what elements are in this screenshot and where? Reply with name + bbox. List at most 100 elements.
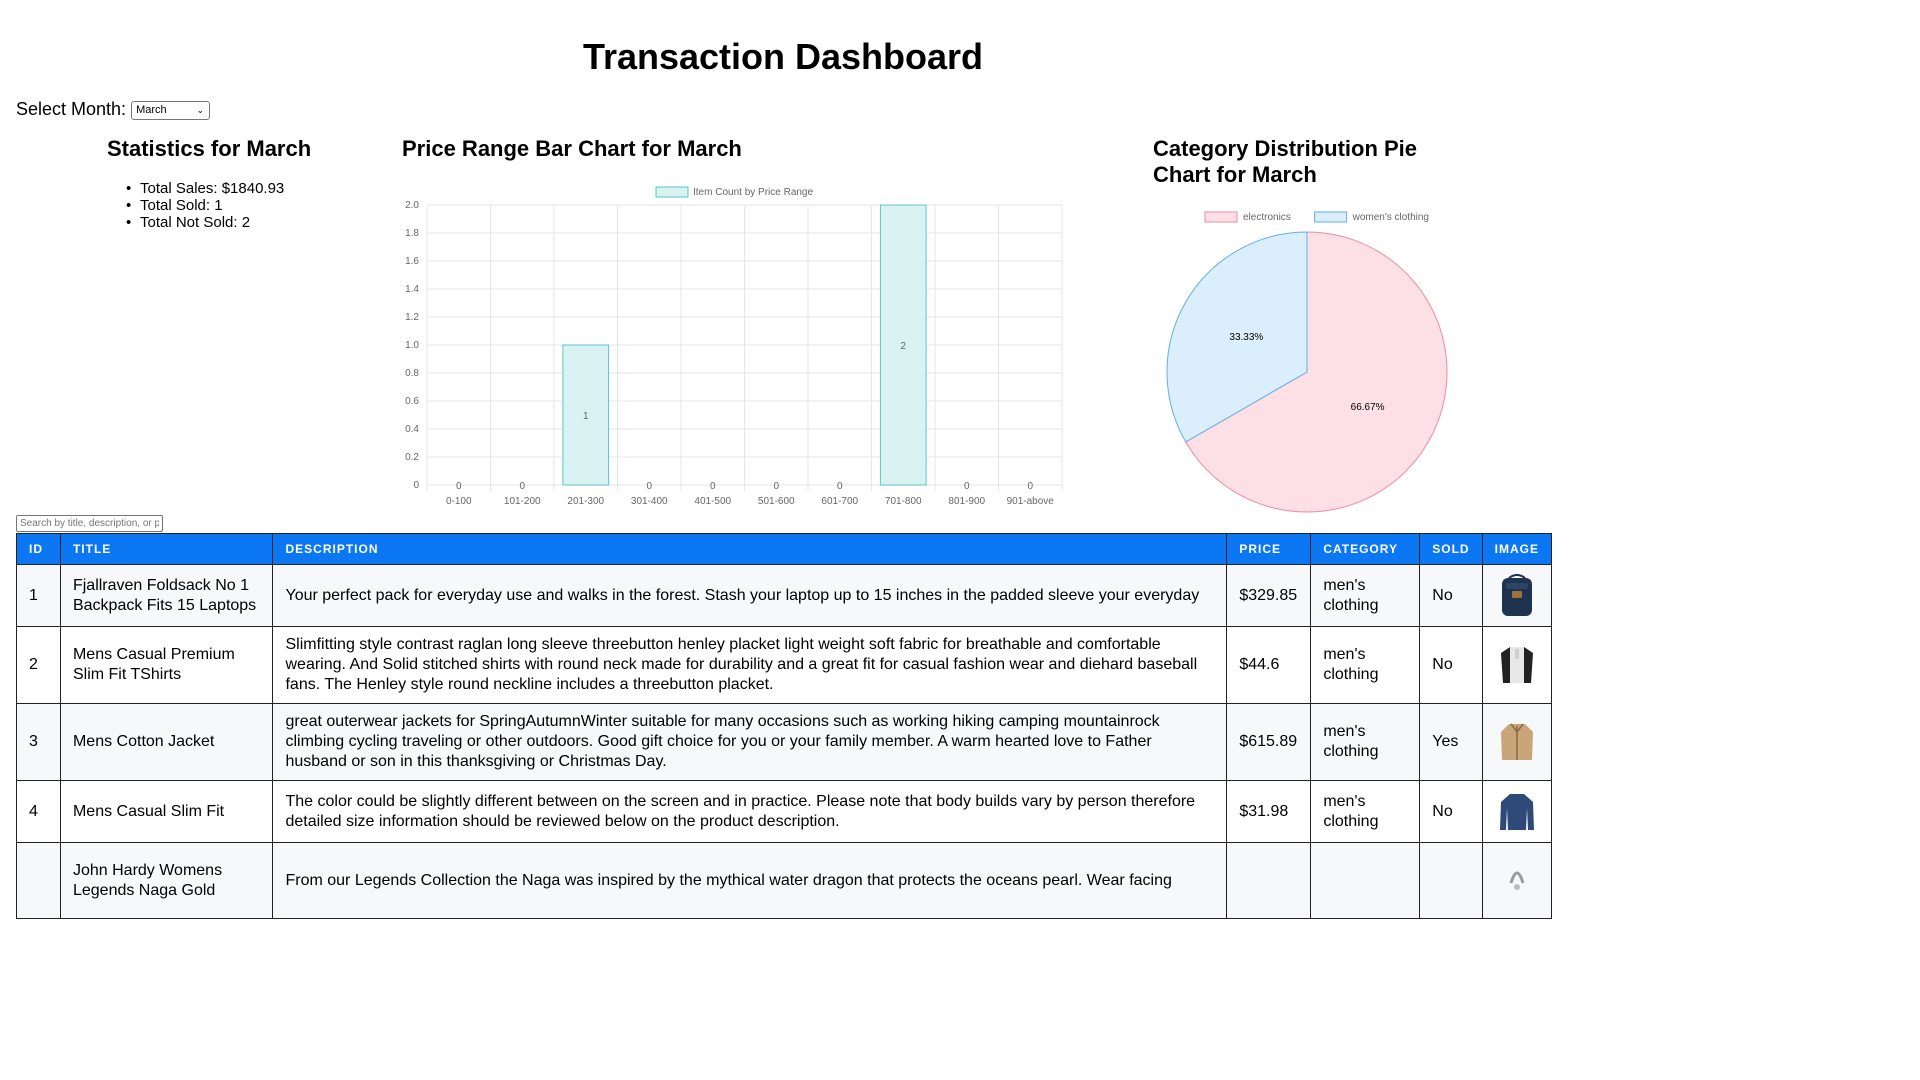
x-tick-label: 301-400 (631, 496, 668, 507)
legend-swatch (1314, 211, 1348, 223)
x-tick-label: 201-300 (567, 496, 604, 507)
chevron-down-icon: ⌄ (196, 105, 205, 115)
legend-label: Item Count by Price Range (693, 187, 813, 198)
pie-title-line2: Chart for March (1153, 162, 1317, 187)
bar-value-label: 0 (710, 481, 716, 492)
x-tick-label: 601-700 (821, 496, 858, 507)
cell-price (1226, 842, 1312, 919)
bracelet-image (1509, 871, 1525, 890)
col-header-id[interactable]: ID (16, 533, 61, 565)
x-tick-label: 401-500 (694, 496, 731, 507)
month-selected-value: March (136, 104, 167, 116)
col-header-image[interactable]: IMAGE (1481, 533, 1553, 565)
table-row[interactable]: 3 Mens Cotton Jacket great outerwear jac… (16, 703, 1553, 781)
cell-sold (1419, 842, 1483, 919)
pie-value-label: 66.67% (1351, 402, 1385, 413)
bar-chart-title: Price Range Bar Chart for March (402, 136, 742, 161)
cell-title: Mens Casual Premium Slim Fit TShirts (59, 626, 274, 704)
search-input[interactable] (16, 515, 163, 532)
cell-id: 3 (16, 703, 61, 781)
statistics-list: Total Sales: $1840.93 Total Sold: 1 Tota… (126, 180, 284, 231)
price-range-bar-chart: Item Count by Price Range 0 0.2 0.4 0.6 0.8 1.… (405, 186, 1063, 507)
cell-title: John Hardy Womens Legends Naga Gold (59, 842, 274, 919)
cell-id: 4 (16, 780, 61, 843)
stat-total-not-sold: Total Not Sold: 2 (126, 214, 284, 231)
bar-value-label: 2 (900, 341, 906, 352)
cell-sold: No (1419, 626, 1483, 704)
bar-value-label: 0 (1027, 481, 1033, 492)
longsleeve-image (1499, 793, 1534, 830)
stat-total-sales: Total Sales: $1840.93 (126, 180, 284, 197)
bar-value-label: 0 (456, 481, 462, 492)
x-tick-label: 0-100 (446, 496, 472, 507)
y-tick-label: 0.8 (405, 368, 419, 379)
bar-value-label: 1 (583, 411, 589, 422)
cell-description: Your perfect pack for everyday use and w… (272, 564, 1228, 627)
cell-description: The color could be slightly different be… (272, 780, 1228, 843)
cell-title: Mens Cotton Jacket (59, 703, 274, 781)
cell-image (1481, 842, 1553, 919)
cell-category: men's clothing (1310, 703, 1421, 781)
table-row[interactable]: John Hardy Womens Legends Naga Gold From… (16, 842, 1553, 919)
legend-swatch (655, 186, 689, 198)
backpack-image (1501, 573, 1532, 616)
cell-sold: No (1419, 780, 1483, 843)
x-tick-label: 501-600 (758, 496, 795, 507)
x-tick-label: 901-above (1007, 496, 1055, 507)
table-row[interactable]: 4 Mens Casual Slim Fit The color could b… (16, 780, 1553, 843)
cell-category: men's clothing (1310, 780, 1421, 843)
bar-value-label: 0 (837, 481, 843, 492)
y-tick-label: 1.6 (405, 256, 419, 267)
pie-value-label: 33.33% (1229, 332, 1263, 343)
y-tick-label: 1.4 (405, 284, 419, 295)
col-header-price[interactable]: PRICE (1226, 533, 1312, 565)
month-label: Select Month: (16, 99, 127, 119)
cell-image (1481, 564, 1553, 627)
x-tick-label: 701-800 (885, 496, 922, 507)
bar-value-label: 0 (964, 481, 970, 492)
cell-price: $44.6 (1226, 626, 1312, 704)
cell-sold: Yes (1419, 703, 1483, 781)
cell-price: $615.89 (1226, 703, 1312, 781)
y-tick-label: 0.6 (405, 396, 419, 407)
bar-value-label: 0 (519, 481, 525, 492)
y-tick-label: 0.4 (405, 424, 419, 435)
y-tick-label: 1.0 (405, 340, 419, 351)
col-header-title[interactable]: TITLE (59, 533, 274, 565)
bar-value-label: 0 (646, 481, 652, 492)
tshirt-image (1500, 647, 1533, 683)
table-row[interactable]: 1 Fjallraven Foldsack No 1 Backpack Fits… (16, 564, 1553, 627)
col-header-category[interactable]: CATEGORY (1310, 533, 1421, 565)
dashboard-page: Transaction Dashboard Select Month: Marc… (0, 0, 1566, 1080)
pie-chart-title: Category Distribution Pie Chart for Marc… (1153, 136, 1453, 188)
cell-title: Fjallraven Foldsack No 1 Backpack Fits 1… (59, 564, 274, 627)
cell-image (1481, 626, 1553, 704)
cell-description: From our Legends Collection the Naga was… (272, 842, 1228, 919)
cell-category (1310, 842, 1421, 919)
y-tick-label: 1.8 (405, 228, 419, 239)
pie-title-line1: Category Distribution Pie (1153, 136, 1418, 161)
statistics-title: Statistics for March (107, 136, 312, 161)
legend-label: women's clothing (1352, 212, 1429, 223)
y-tick-label: 2.0 (405, 200, 419, 211)
x-tick-label: 101-200 (504, 496, 541, 507)
cell-description: Slimfitting style contrast raglan long s… (272, 626, 1228, 704)
cell-id: 1 (16, 564, 61, 627)
page-title: Transaction Dashboard (582, 36, 984, 77)
month-select[interactable]: March ⌄ (131, 101, 211, 120)
x-tick-label: 801-900 (948, 496, 985, 507)
table-header-row: ID TITLE DESCRIPTION PRICE CATEGORY SOLD… (16, 533, 1553, 565)
legend-swatch (1204, 211, 1238, 223)
legend-label: electronics (1243, 212, 1291, 223)
stat-total-sold: Total Sold: 1 (126, 197, 284, 214)
cell-title: Mens Casual Slim Fit (59, 780, 274, 843)
cell-category: men's clothing (1310, 564, 1421, 627)
month-selector-row: Select Month: March ⌄ (16, 98, 211, 120)
cell-id: 2 (16, 626, 61, 704)
table-row[interactable]: 2 Mens Casual Premium Slim Fit TShirts S… (16, 626, 1553, 704)
col-header-sold[interactable]: SOLD (1419, 533, 1483, 565)
cell-category: men's clothing (1310, 626, 1421, 704)
cell-sold: No (1419, 564, 1483, 627)
col-header-description[interactable]: DESCRIPTION (272, 533, 1228, 565)
category-pie-chart: electronics women's clothing 66.67% 33.33% (1166, 211, 1448, 513)
